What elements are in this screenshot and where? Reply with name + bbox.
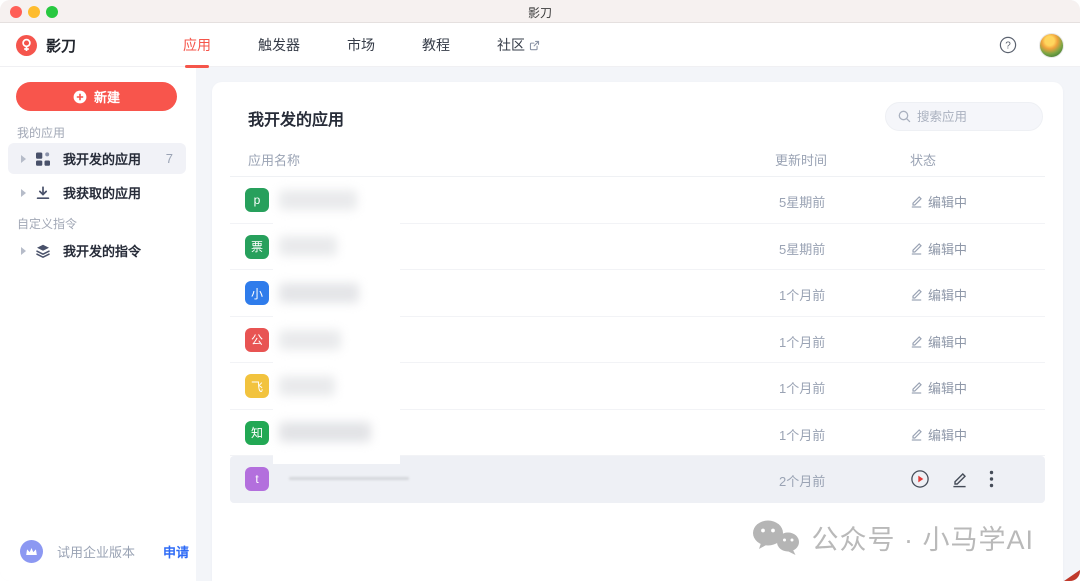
app-icon: p: [245, 188, 269, 212]
status-editing: 编辑中: [910, 239, 967, 258]
sidebar: 新建 我的应用 我开发的应用 7 我获取的应用 自定义指令 我开发的指令 试用企…: [0, 67, 196, 581]
search-box[interactable]: [885, 102, 1043, 131]
nav-right: ?: [999, 23, 1064, 67]
new-app-label: 新建: [93, 90, 120, 105]
row-actions: [908, 456, 996, 503]
column-header-app-name: 应用名称: [248, 153, 301, 168]
search-input[interactable]: [917, 109, 1027, 124]
external-link-icon: [529, 40, 540, 50]
tab-triggers[interactable]: 触发器: [258, 23, 300, 67]
titlebar: 影刀: [0, 0, 1080, 23]
section-label-custom-commands: 自定义指令: [17, 217, 78, 231]
window-title: 影刀: [527, 6, 552, 20]
main-content: 我开发的应用 应用名称 更新时间 状态 p 5星期前 编辑中 票 5星期前 编辑…: [196, 67, 1080, 581]
redacted-app-name: [279, 236, 337, 256]
page-title: 我开发的应用: [248, 112, 345, 129]
table-header: 应用名称 更新时间 状态: [230, 142, 1045, 177]
user-avatar[interactable]: [1039, 32, 1064, 58]
column-header-status: 状态: [910, 153, 937, 168]
download-icon: [35, 185, 51, 201]
tab-tutorial[interactable]: 教程: [422, 23, 450, 67]
updated-time: 5星期前: [779, 195, 826, 210]
edit-status-icon: [911, 242, 922, 255]
navbar: 影刀 应用 触发器 市场 教程 社区 ?: [0, 23, 1080, 67]
help-icon[interactable]: ?: [999, 36, 1017, 54]
plus-circle-icon: [73, 90, 87, 103]
crown-icon: [20, 540, 43, 563]
column-header-updated: 更新时间: [775, 153, 828, 168]
edit-status-icon: [911, 289, 922, 301]
status-editing: 编辑中: [910, 378, 967, 397]
status-editing: 编辑中: [910, 285, 967, 304]
app-icon: t: [245, 467, 269, 491]
caret-right-icon[interactable]: [21, 154, 26, 163]
caret-right-icon[interactable]: [21, 246, 26, 255]
updated-time: 2个月前: [779, 474, 826, 489]
brand: 影刀: [16, 23, 76, 67]
app-icon: 票: [245, 234, 269, 259]
watermark: 公众号 · 小马学AI: [751, 518, 1034, 557]
apps-card: 我开发的应用 应用名称 更新时间 状态 p 5星期前 编辑中 票 5星期前 编辑…: [212, 82, 1063, 581]
status-editing: 编辑中: [910, 192, 967, 211]
brand-name: 影刀: [46, 37, 77, 55]
redacted-app-name: [279, 330, 341, 350]
search-icon: [898, 110, 911, 123]
sidebar-item-label: 我获取的应用: [63, 186, 142, 201]
wechat-icon: [753, 520, 800, 555]
redacted-app-name: [289, 477, 409, 480]
updated-time: 1个月前: [779, 334, 826, 350]
edit-status-icon: [911, 196, 922, 208]
updated-time: 5星期前: [779, 241, 826, 257]
redacted-app-names-overlay: [273, 178, 400, 464]
sidebar-item-my-developed-commands[interactable]: 我开发的指令: [8, 235, 186, 266]
app-icon: 飞: [245, 374, 269, 398]
tab-community[interactable]: 社区: [497, 23, 540, 67]
layers-icon: [35, 243, 51, 259]
section-label-my-apps: 我的应用: [17, 126, 66, 140]
sidebar-item-label: 我开发的指令: [63, 244, 142, 259]
apply-link[interactable]: 申请: [163, 542, 189, 561]
trial-text: 试用企业版本: [57, 545, 136, 560]
new-app-button[interactable]: 新建: [16, 82, 177, 111]
more-options-button[interactable]: [987, 468, 996, 490]
app-icon: 公: [245, 327, 269, 352]
svg-text:?: ?: [1005, 41, 1011, 52]
edit-status-icon: [911, 428, 922, 441]
status-editing: 编辑中: [910, 332, 967, 351]
redacted-app-name: [279, 422, 371, 442]
sidebar-item-my-acquired-apps[interactable]: 我获取的应用: [8, 177, 186, 208]
corner-accent: [1064, 570, 1080, 581]
app-icon: 知: [245, 420, 269, 445]
enterprise-trial-footer: 试用企业版本 申请: [20, 540, 189, 563]
nav-tabs: 应用 触发器 市场 教程 社区: [183, 23, 540, 67]
updated-time: 1个月前: [779, 381, 826, 396]
caret-right-icon[interactable]: [21, 188, 26, 197]
app-icon: 小: [245, 281, 269, 305]
edit-status-icon: [911, 335, 922, 348]
edit-button[interactable]: [949, 469, 970, 490]
app-count-badge: 7: [165, 151, 173, 166]
sidebar-item-my-developed-apps[interactable]: 我开发的应用 7: [8, 143, 186, 174]
app-window: 影刀 影刀 应用 触发器 市场 教程 社区 ? 新建 我的应用 我开发的应用 7…: [0, 0, 1080, 581]
grid-icon: [35, 151, 51, 167]
tab-apps[interactable]: 应用: [183, 23, 211, 67]
updated-time: 1个月前: [779, 427, 826, 443]
yingdao-logo-icon: [16, 34, 37, 56]
redacted-app-name: [279, 376, 335, 396]
sidebar-item-label: 我开发的应用: [63, 152, 142, 167]
run-button[interactable]: [908, 467, 932, 491]
status-editing: 编辑中: [910, 425, 967, 444]
redacted-app-name: [279, 283, 359, 303]
watermark-text: 公众号 · 小马学AI: [811, 525, 1034, 555]
updated-time: 1个月前: [779, 288, 826, 303]
edit-status-icon: [911, 382, 922, 394]
tab-market[interactable]: 市场: [347, 23, 375, 67]
redacted-app-name: [279, 190, 357, 210]
